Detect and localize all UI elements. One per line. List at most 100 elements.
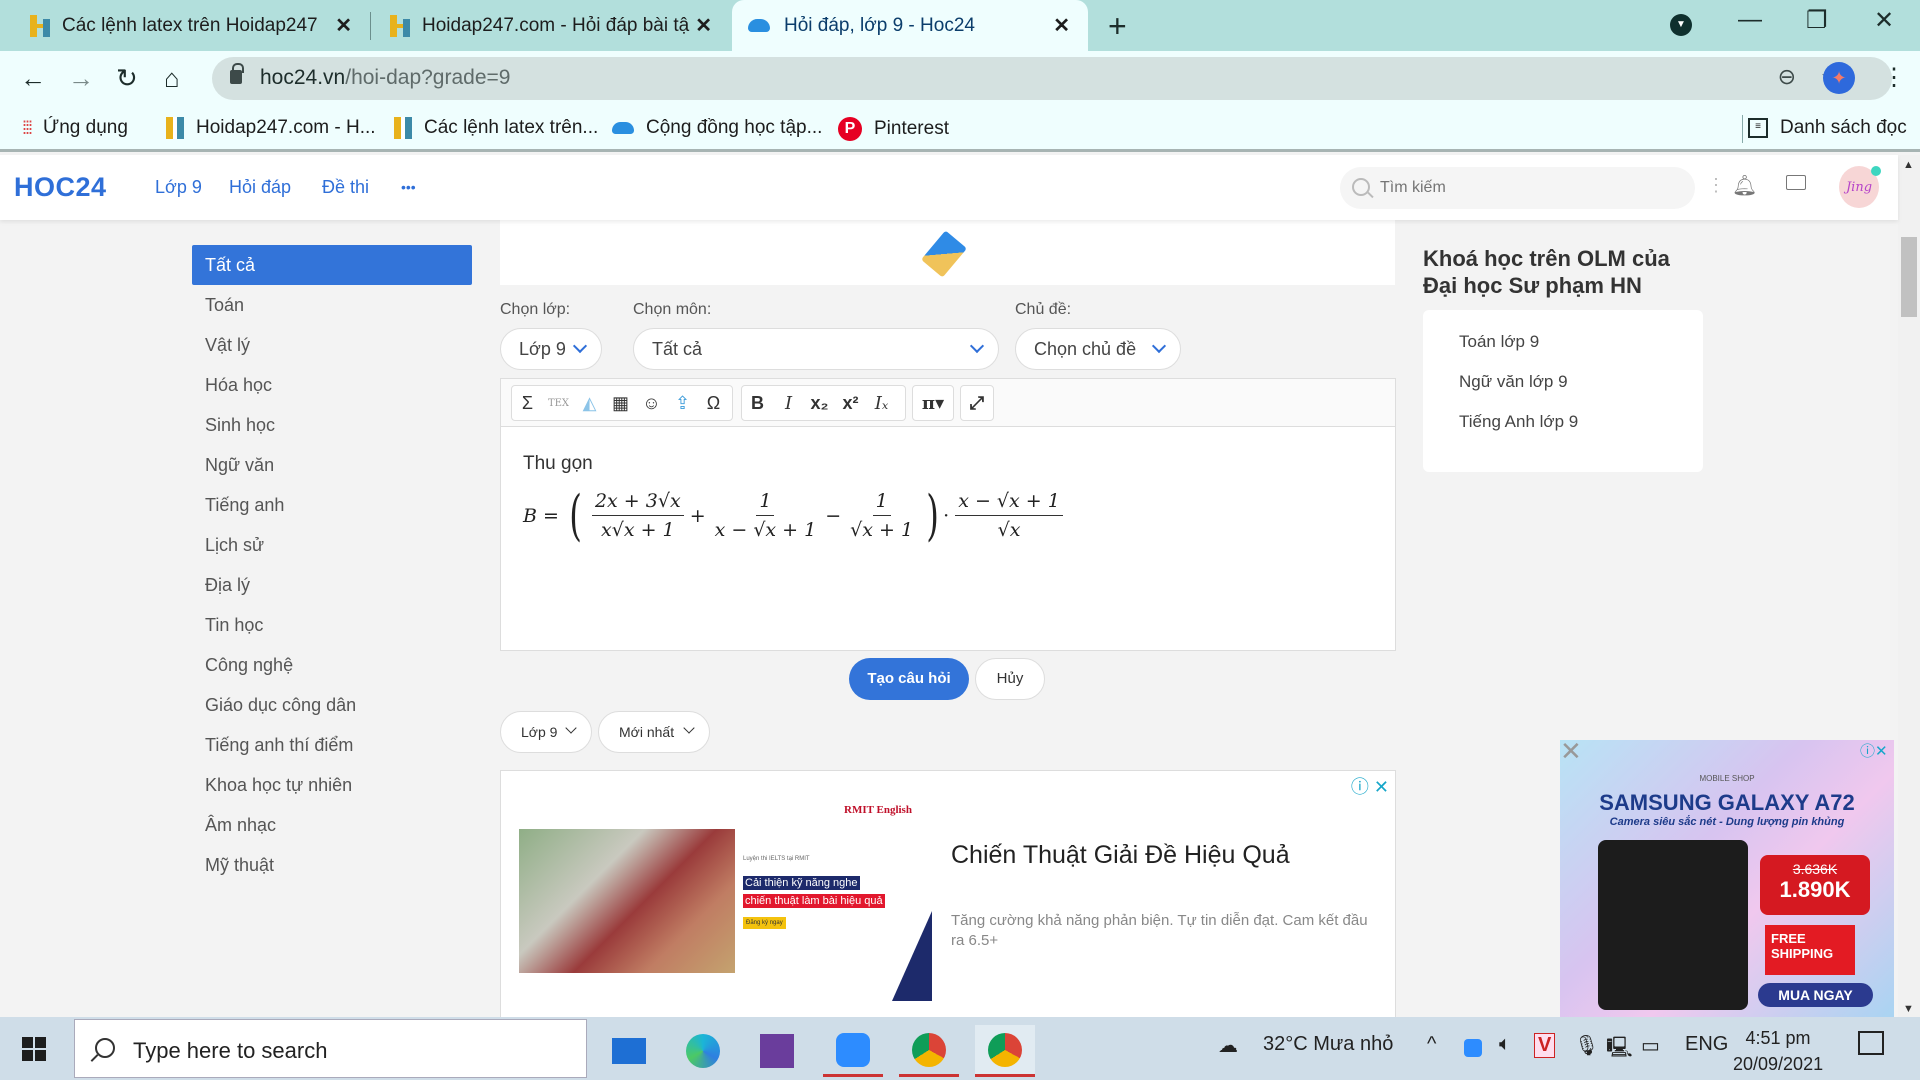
page-scrollbar[interactable]: ▲ ▼ (1898, 155, 1920, 1017)
sidebar-item-math[interactable]: Toán (192, 285, 472, 325)
url-text[interactable]: hoc24.vn/hoi-dap?grade=9 (260, 66, 510, 90)
sidebar-item-english[interactable]: Tiếng anh (192, 485, 472, 525)
grade-select[interactable]: Lớp 9 (500, 328, 602, 370)
bookmark-item[interactable]: Cộng đồng học tập... (612, 117, 822, 139)
close-tab-icon[interactable]: ✕ (695, 13, 712, 38)
subscript-icon[interactable]: x₂ (804, 393, 835, 414)
bookmark-apps[interactable]: ⁞⁞⁞ Ứng dụng (22, 117, 128, 139)
italic-icon[interactable]: I (773, 393, 804, 414)
restore-button[interactable]: ❐ (1806, 6, 1828, 35)
site-logo[interactable]: HOC24 (14, 172, 107, 203)
system-clock[interactable]: 4:51 pm 20/09/2021 (1733, 1025, 1823, 1077)
tray-expand-icon[interactable]: ^ (1427, 1033, 1436, 1056)
sidebar-item-informatics[interactable]: Tin học (192, 605, 472, 645)
vertical-dots-icon[interactable]: ⋮ (1707, 175, 1725, 196)
mail-app-icon[interactable] (599, 1025, 659, 1077)
bookmark-item[interactable]: P Pinterest (838, 117, 949, 141)
sidebar-item-music[interactable]: Âm nhạc (192, 805, 472, 845)
reload-icon[interactable]: ↻ (116, 63, 138, 94)
sponsored-ad[interactable]: ⓘ ✕ RMIT English Luyện thi IELTS tại RMI… (500, 770, 1396, 1020)
scroll-thumb[interactable] (1901, 237, 1917, 317)
ad-info-icon[interactable]: ⓘ✕ (1860, 740, 1888, 761)
windows-start-icon[interactable] (22, 1037, 46, 1061)
bookmark-item[interactable]: Các lệnh latex trên... (394, 117, 598, 139)
nav-qa[interactable]: Hỏi đáp (229, 177, 291, 198)
subject-select[interactable]: Tất cả (633, 328, 999, 370)
back-arrow-icon[interactable]: ← (20, 63, 46, 94)
sidebar-item-all[interactable]: Tất cả (192, 245, 472, 285)
sidebar-item-fine-arts[interactable]: Mỹ thuật (192, 845, 472, 885)
volume-icon[interactable]: 🔈︎ (1499, 1033, 1511, 1056)
ad-info-icon[interactable]: ⓘ (1351, 777, 1369, 797)
pi-dropdown-icon[interactable]: π▾ (918, 393, 949, 414)
cancel-button[interactable]: Hủy (975, 658, 1045, 700)
forward-arrow-icon[interactable]: → (68, 63, 94, 94)
nav-grade[interactable]: Lớp 9 (155, 177, 202, 198)
table-icon[interactable]: ▦ (605, 393, 636, 414)
weather-icon[interactable]: ☁ (1218, 1033, 1238, 1058)
nav-exams[interactable]: Đề thi (322, 177, 369, 198)
sidebar-item-natural-science[interactable]: Khoa học tự nhiên (192, 765, 472, 805)
create-question-button[interactable]: Tạo câu hỏi (849, 658, 969, 700)
reading-list-button[interactable]: ≡ Danh sách đọc (1748, 117, 1907, 139)
chrome-app-icon[interactable] (899, 1025, 959, 1077)
address-bar[interactable]: hoc24.vn/hoi-dap?grade=9 ⊖ ☆ (212, 57, 1892, 100)
scroll-down-arrow[interactable]: ▼ (1903, 1003, 1914, 1015)
sidebar-item-biology[interactable]: Sinh học (192, 405, 472, 445)
math-sigma-icon[interactable]: Σ (512, 393, 543, 414)
minimize-button[interactable]: — (1738, 6, 1762, 34)
weather-text[interactable]: 32°C Mưa nhỏ (1263, 1033, 1393, 1056)
site-search[interactable] (1340, 167, 1695, 209)
taskbar-search[interactable]: Type here to search (74, 1019, 587, 1078)
notification-bell-icon[interactable]: 🔔︎ (1732, 173, 1757, 198)
search-input[interactable] (1380, 167, 1680, 209)
user-avatar[interactable]: Jing (1839, 166, 1881, 208)
more-menu-icon[interactable]: ••• (401, 179, 416, 195)
notifications-icon[interactable] (1858, 1031, 1884, 1055)
course-link[interactable]: Ngữ văn lớp 9 (1459, 372, 1703, 412)
buy-now-button[interactable]: MUA NGAY (1758, 983, 1873, 1007)
mail-icon[interactable] (1786, 175, 1806, 190)
browser-menu-icon[interactable]: ⋮ (1882, 63, 1906, 92)
list-grade-filter[interactable]: Lớp 9 (500, 711, 592, 753)
sidebar-item-literature[interactable]: Ngữ văn (192, 445, 472, 485)
tab-search-icon[interactable]: ▼ (1670, 14, 1692, 36)
bookmark-item[interactable]: Hoidap247.com - H... (166, 117, 376, 139)
ad-title[interactable]: Chiến Thuật Giải Đề Hiệu Quả (951, 841, 1290, 870)
maximize-icon[interactable]: ⤢ (962, 393, 993, 414)
course-link[interactable]: Tiếng Anh lớp 9 (1459, 412, 1703, 452)
sidebar-item-history[interactable]: Lịch sử (192, 525, 472, 565)
editor-content[interactable]: Thu gọn B = ( 2x + 3√x x√x + 1 + 1x − √x … (501, 427, 1395, 570)
zoom-out-icon[interactable]: ⊖ (1778, 64, 1796, 90)
image-upload-icon[interactable]: ⇪ (667, 393, 698, 414)
close-tab-icon[interactable]: ✕ (335, 13, 352, 38)
browser-tab-active[interactable]: Hỏi đáp, lớp 9 - Hoc24 ✕ (732, 0, 1088, 51)
ad-close-icon[interactable]: ✕ (1374, 777, 1389, 797)
sidebar-item-chemistry[interactable]: Hóa học (192, 365, 472, 405)
list-sort-filter[interactable]: Mới nhất (598, 711, 710, 753)
sidebar-item-physics[interactable]: Vật lý (192, 325, 472, 365)
scroll-up-arrow[interactable]: ▲ (1903, 159, 1914, 171)
profile-avatar[interactable]: ✦ (1823, 62, 1855, 94)
samsung-ad[interactable]: MOBILE SHOP SAMSUNG GALAXY A72 Camera si… (1560, 740, 1894, 1017)
zoom-app-icon[interactable] (823, 1025, 883, 1077)
tex-icon[interactable]: TEX (543, 398, 574, 409)
topic-select[interactable]: Chọn chủ đề (1015, 328, 1181, 370)
battery-icon[interactable]: ▭ (1641, 1033, 1660, 1058)
ad-close-icon[interactable]: ✕ (1560, 738, 1582, 764)
question-editor[interactable]: Σ TEX ◭ ▦ ☺ ⇪ Ω B I x₂ x² Iₓ π▾ ⤢ Thu gọ… (500, 378, 1396, 651)
puzzle-app-icon[interactable] (747, 1025, 807, 1077)
edge-app-icon[interactable] (673, 1025, 733, 1077)
language-indicator[interactable]: ENG (1685, 1033, 1728, 1056)
sidebar-item-english-pilot[interactable]: Tiếng anh thí điểm (192, 725, 472, 765)
close-window-button[interactable]: ✕ (1874, 6, 1894, 35)
home-icon[interactable]: ⌂ (164, 63, 180, 94)
ad-image[interactable]: RMIT English Luyện thi IELTS tại RMIT Cả… (519, 804, 932, 1001)
clear-format-icon[interactable]: Iₓ (866, 393, 897, 414)
sidebar-item-technology[interactable]: Công nghệ (192, 645, 472, 685)
microphone-icon[interactable]: 🎙︎ (1574, 1033, 1599, 1058)
course-link[interactable]: Toán lớp 9 (1459, 332, 1703, 372)
superscript-icon[interactable]: x² (835, 393, 866, 414)
chrome-app-icon-active[interactable] (975, 1025, 1035, 1077)
close-tab-icon[interactable]: ✕ (1053, 13, 1070, 38)
